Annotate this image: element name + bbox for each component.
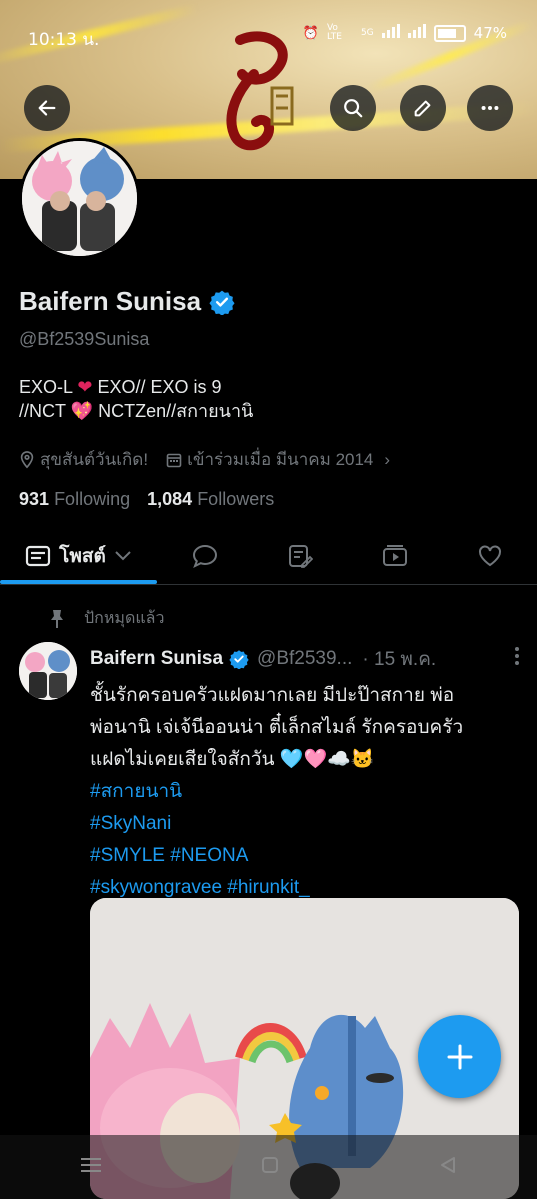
search-button[interactable]: [330, 85, 376, 131]
signal-bars-icon: [381, 24, 400, 42]
posts-feed-icon: [26, 545, 51, 567]
sparkling-heart-icon: 💖: [70, 401, 94, 421]
battery-level: 47%: [473, 24, 507, 42]
followers-count: 1,084: [147, 489, 193, 509]
verified-badge-icon: [229, 650, 249, 669]
pencil-icon: [414, 100, 431, 117]
tab-replies[interactable]: [170, 528, 240, 584]
bio-line-2: //NCT 💖 NCTZen//สกายนานิ: [19, 399, 253, 423]
profile-avatar[interactable]: [19, 138, 140, 259]
reply-bubble-icon: [192, 544, 218, 568]
active-tab-indicator: [0, 580, 157, 584]
signal-label: 5G: [360, 28, 374, 38]
profile-meta: สุขสันต์วันเกิด! เข้าร่วมเมื่อ มีนาคม 20…: [19, 446, 408, 473]
post-text-line: พ่อนานิ เจ่เจ้นีออนน่า ตี๋เล็กสไมล์ รักค…: [90, 717, 464, 738]
recents-menu-icon[interactable]: [79, 1156, 103, 1178]
plus-icon: [447, 1044, 472, 1069]
hashtag-link[interactable]: #SkyNani: [90, 808, 520, 840]
status-time: 10:13 น.: [28, 30, 100, 50]
tab-articles[interactable]: [265, 528, 335, 584]
heart-icon: [479, 545, 501, 567]
bio-text: NCTZen//สกายนานิ: [93, 401, 254, 421]
following-link[interactable]: 931 Following: [19, 489, 135, 509]
location-pin-icon: [20, 450, 34, 468]
post-body: ชั้นรักครอบครัวแฝดมากเลย มีปะป๊าสกาย พ่อ…: [90, 680, 520, 904]
bio-text: EXO-L: [19, 377, 78, 397]
post-more-icon[interactable]: [514, 646, 520, 672]
back-button[interactable]: [24, 85, 70, 131]
post-author-handle[interactable]: @Bf2539...: [257, 648, 352, 670]
article-edit-icon: [289, 545, 313, 568]
network-label: Vo LTE: [326, 23, 342, 42]
hashtag-link[interactable]: #SMYLE #NEONA: [90, 840, 520, 872]
chevron-down-icon: [115, 551, 131, 561]
red-heart-icon: ❤: [77, 377, 93, 397]
status-bar: 10:13 น. ⏰ Vo LTE 5G 47%: [0, 0, 537, 60]
post-author-avatar[interactable]: [19, 642, 77, 700]
signal-bars-icon: [407, 24, 426, 42]
calendar-icon: [166, 453, 182, 467]
profile-handle: @Bf2539Sunisa: [19, 329, 150, 349]
following-label: Following: [54, 489, 131, 509]
pinned-indicator: ปักหมุดแล้ว: [50, 606, 164, 631]
bio-text: //NCT: [19, 401, 71, 421]
post-header: Baifern Sunisa @Bf2539... · 15 พ.ค.: [90, 644, 520, 674]
profile-tabs: โพสต์: [0, 528, 537, 585]
joined-text: เข้าร่วมเมื่อ มีนาคม 2014: [187, 450, 374, 469]
system-nav-bar: [0, 1135, 537, 1199]
followers-link[interactable]: 1,084 Followers: [147, 489, 274, 509]
post-text-line: ชั้นรักครอบครัวแฝดมากเลย มีปะป๊าสกาย พ่อ: [90, 685, 455, 706]
pin-icon: [51, 609, 63, 628]
avatar-image: [19, 642, 77, 700]
post-date[interactable]: · 15 พ.ค.: [362, 644, 436, 674]
display-name-text: Baifern Sunisa: [19, 286, 202, 316]
media-play-icon: [383, 545, 407, 566]
more-horizontal-icon: [481, 105, 499, 111]
search-icon: [344, 99, 363, 118]
profile-joined[interactable]: เข้าร่วมเมื่อ มีนาคม 2014 ›: [166, 446, 390, 473]
hashtag-link[interactable]: #สกายนานิ: [90, 776, 520, 808]
chevron-right-icon: ›: [384, 449, 391, 469]
bio-line-1: EXO-L ❤ EXO// EXO is 9: [19, 375, 253, 399]
profile-bio: EXO-L ❤ EXO// EXO is 9 //NCT 💖 NCTZen//ส…: [19, 375, 253, 423]
following-count: 931: [19, 489, 50, 509]
tab-likes[interactable]: [455, 528, 525, 584]
alarm-icon: ⏰: [302, 25, 319, 41]
status-icons: ⏰ Vo LTE 5G 47%: [302, 23, 507, 43]
avatar-image: [22, 141, 137, 256]
back-arrow-icon: [38, 100, 56, 116]
edit-button[interactable]: [400, 85, 446, 131]
tab-posts-label: โพสต์: [59, 546, 106, 567]
verified-badge-icon: [209, 290, 235, 315]
tab-posts[interactable]: โพสต์: [0, 528, 157, 584]
post-text-line: แฝดไม่เคยเสียใจสักวัน 🩵🩷☁️🐱: [90, 749, 375, 770]
profile-display-name: Baifern Sunisa: [19, 286, 235, 317]
bio-text: EXO// EXO is 9: [92, 377, 222, 397]
battery-icon: [433, 24, 466, 42]
compose-post-button[interactable]: [418, 1015, 501, 1098]
follow-stats: 931 Following 1,084 Followers: [19, 489, 274, 510]
more-button[interactable]: [467, 85, 513, 131]
followers-label: Followers: [197, 489, 275, 509]
post-author-name[interactable]: Baifern Sunisa: [90, 648, 223, 670]
location-text: สุขสันต์วันเกิด!: [40, 450, 149, 469]
home-square-icon[interactable]: [260, 1155, 280, 1179]
back-triangle-icon[interactable]: [438, 1155, 458, 1179]
pinned-label: ปักหมุดแล้ว: [84, 610, 165, 627]
profile-location: สุขสันต์วันเกิด!: [19, 446, 148, 473]
tab-media[interactable]: [360, 528, 430, 584]
